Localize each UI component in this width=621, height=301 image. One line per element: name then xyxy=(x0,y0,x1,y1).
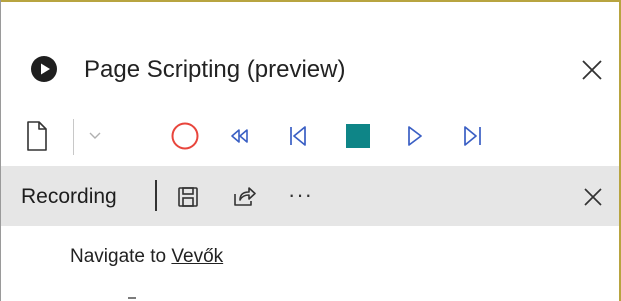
close-icon xyxy=(582,60,602,80)
play-icon xyxy=(408,126,422,146)
chevron-down-icon xyxy=(89,132,101,139)
save-button[interactable] xyxy=(176,185,200,209)
close-icon xyxy=(584,188,602,206)
toolbar-divider xyxy=(73,119,74,155)
share-icon xyxy=(234,187,256,206)
window-border-top xyxy=(0,0,621,2)
page-scripting-panel: Page Scripting (preview) Recording ··· N… xyxy=(0,0,621,301)
more-options-button[interactable]: ··· xyxy=(288,180,313,210)
panel-title: Page Scripting (preview) xyxy=(84,56,346,83)
new-script-button[interactable] xyxy=(25,120,49,152)
close-recording-button[interactable] xyxy=(580,184,606,210)
step-target-link[interactable]: Vevők xyxy=(171,246,223,267)
record-circle-icon xyxy=(171,122,199,150)
step-back-button[interactable] xyxy=(288,124,308,148)
step-forward-button[interactable] xyxy=(462,124,484,148)
skip-forward-icon xyxy=(464,126,481,146)
new-document-icon xyxy=(27,121,47,151)
stop-square-icon xyxy=(346,124,370,148)
share-button[interactable] xyxy=(232,184,258,208)
recording-separator xyxy=(155,180,157,211)
window-border-left xyxy=(0,0,1,301)
skip-back-icon xyxy=(290,126,306,146)
step-action-text: Navigate to xyxy=(70,246,172,267)
stop-button[interactable] xyxy=(345,123,371,149)
play-button[interactable] xyxy=(406,124,424,148)
rewind-button[interactable] xyxy=(229,127,249,145)
partial-step-icon xyxy=(128,297,136,299)
rewind-icon xyxy=(231,129,248,143)
close-panel-button[interactable] xyxy=(578,56,606,84)
play-circle-icon xyxy=(31,56,57,82)
record-button[interactable] xyxy=(170,121,200,151)
save-icon xyxy=(178,187,198,207)
dropdown-button[interactable] xyxy=(88,131,102,141)
recording-label: Recording xyxy=(21,185,117,208)
step-item: Navigate to Vevők xyxy=(70,243,223,271)
